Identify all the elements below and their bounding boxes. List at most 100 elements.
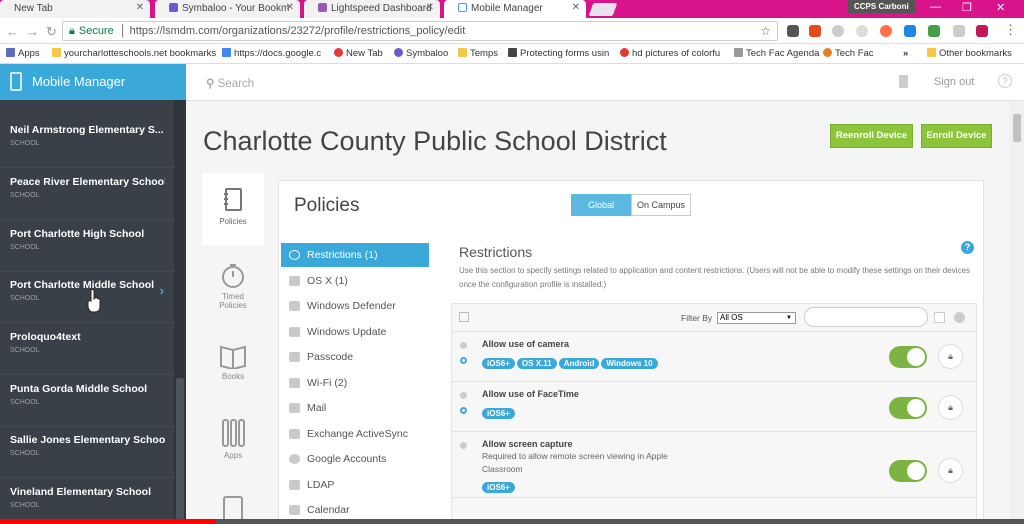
facetime-toggle[interactable] [889, 397, 927, 419]
extension-icon[interactable] [880, 25, 892, 37]
reload-icon[interactable]: ↻ [46, 24, 57, 40]
search-icon: ⚲ [206, 78, 215, 90]
nav-timed-policies[interactable]: Timed Policies [202, 263, 264, 323]
menu-item-passcode[interactable]: Passcode [281, 345, 429, 369]
bookmark-forms[interactable]: Protecting forms usin [508, 48, 609, 59]
sidebar-header[interactable]: Mobile Manager [0, 64, 186, 100]
hierarchy-icon[interactable] [459, 312, 469, 322]
tab-lightspeed[interactable]: Lightspeed Dashboard ✕ [304, 0, 440, 18]
onenote-icon[interactable] [976, 25, 988, 37]
scope-on-campus-button[interactable]: On Campus [631, 194, 691, 216]
sidebar-item-school[interactable]: Neil Armstrong Elementary S... SCHOOL [0, 116, 174, 168]
bookmark-agenda[interactable]: Tech Fac Agenda [734, 48, 819, 59]
bookmark-symbaloo[interactable]: Symbaloo [394, 48, 448, 59]
menu-item-exchange[interactable]: Exchange ActiveSync [281, 422, 429, 446]
help-icon[interactable]: ? [998, 74, 1012, 88]
extension-icon[interactable] [953, 25, 965, 37]
back-icon[interactable]: ← [6, 24, 19, 39]
clear-icon[interactable] [954, 312, 965, 323]
nav-policies[interactable]: Policies [202, 173, 264, 245]
sidebar-item-school[interactable]: Punta Gorda Middle School SCHOOL [0, 375, 174, 427]
search-input[interactable]: ⚲ Search [206, 76, 254, 90]
nav-books[interactable]: Books [202, 343, 264, 393]
os-badges: iOS6+ [482, 477, 517, 495]
extension-icon[interactable] [904, 25, 916, 37]
sidebar-item-school[interactable]: Vineland Elementary School SCHOOL [0, 478, 174, 524]
lock-icon[interactable]: 🔒︎ [938, 395, 963, 420]
sidebar-scrollbar[interactable] [174, 100, 186, 524]
help-icon[interactable]: ? [961, 241, 974, 254]
address-bar-row: ← → ↻ 🔒︎ Secure │ https://lsmdm.com/organi… [0, 18, 1024, 44]
maximize-icon[interactable]: ❐ [962, 1, 972, 14]
camera-toggle[interactable] [889, 346, 927, 368]
expand-icon[interactable] [934, 312, 945, 323]
new-tab-button[interactable] [588, 3, 618, 16]
sync-icon [289, 429, 300, 439]
bookmark-apps[interactable]: Apps [6, 48, 40, 59]
hand-cursor-icon [87, 289, 101, 313]
close-icon[interactable]: ✕ [136, 2, 144, 13]
scrollbar-thumb[interactable] [1013, 114, 1021, 142]
chevron-right-icon: › [159, 283, 164, 298]
enroll-device-button[interactable]: Enroll Device [921, 124, 992, 148]
scrollbar-thumb[interactable] [176, 378, 184, 524]
screen-capture-toggle[interactable] [889, 460, 927, 482]
page-title: Charlotte County Public School District [203, 126, 667, 156]
bookmark-overflow[interactable]: » [903, 48, 908, 59]
bookmark-docs[interactable]: https://docs.google.c [222, 48, 321, 59]
star-icon[interactable]: ☆ [760, 24, 771, 38]
menu-item-restrictions[interactable]: Restrictions (1) [281, 243, 429, 267]
lock-icon[interactable]: 🔒︎ [938, 458, 963, 483]
sidebar-item-school[interactable]: Peace River Elementary School SCHOOL [0, 168, 174, 220]
url-input[interactable]: 🔒︎ Secure │ https://lsmdm.com/organization… [62, 21, 778, 41]
scope-global-button[interactable]: Global [571, 194, 631, 216]
drive-icon[interactable] [928, 25, 940, 37]
menu-item-ldap[interactable]: LDAP [281, 473, 429, 497]
os-filter-select[interactable]: All OS ▼ [717, 312, 796, 324]
window-close-icon[interactable]: ✕ [996, 1, 1005, 14]
bookmark-tech-fac[interactable]: Tech Fac [823, 48, 874, 59]
bookmark-other[interactable]: Other bookmarks [927, 48, 1012, 59]
profile-badge[interactable]: CCPS Carboni [848, 0, 915, 13]
filter-search-input[interactable] [804, 307, 928, 327]
tab-label: New Tab [14, 3, 53, 14]
restriction-row-screen-capture: Allow screen capture Required to allow r… [452, 432, 976, 498]
menu-item-osx[interactable]: OS X (1) [281, 269, 429, 293]
tab-mobile-manager[interactable]: Mobile Manager ✕ [444, 0, 586, 18]
menu-item-mail[interactable]: Mail [281, 396, 429, 420]
page-scrollbar[interactable] [1010, 101, 1024, 524]
extension-icon[interactable] [787, 25, 799, 37]
os-badge: iOS6+ [482, 358, 515, 369]
sidebar-item-school[interactable]: Sallie Jones Elementary School SCHOOL [0, 426, 174, 478]
menu-item-wifi[interactable]: Wi-Fi (2) [281, 371, 429, 395]
bookmark-new-tab[interactable]: New Tab [334, 48, 383, 59]
menu-item-windows-update[interactable]: Windows Update [281, 320, 429, 344]
menu-item-google-accounts[interactable]: Google Accounts [281, 447, 429, 471]
video-progress-bar[interactable] [0, 519, 1024, 524]
lock-icon[interactable]: 🔒︎ [938, 344, 963, 369]
office-icon[interactable] [809, 25, 821, 37]
sidebar-item-school[interactable]: Port Charlotte High School SCHOOL [0, 220, 174, 272]
minimize-icon[interactable]: — [930, 1, 941, 13]
bookmark-pictures[interactable]: hd pictures of colorfu [620, 48, 720, 59]
extension-icon[interactable] [832, 25, 844, 37]
forward-icon[interactable]: → [26, 24, 39, 39]
bookmark-temps[interactable]: Temps [458, 48, 498, 59]
bookmark-folder[interactable]: yourcharlotteschools.net bookmarks [52, 48, 216, 59]
lock-icon: 🔒︎ [69, 25, 75, 37]
close-icon[interactable]: ✕ [572, 2, 580, 13]
sidebar-item-school[interactable]: Proloquo4text SCHOOL [0, 323, 174, 375]
menu-item-windows-defender[interactable]: Windows Defender [281, 294, 429, 318]
reenroll-device-button[interactable]: Reenroll Device [830, 124, 913, 148]
close-icon[interactable]: ✕ [286, 2, 294, 13]
extension-icon[interactable] [856, 25, 868, 37]
bookmark-icon[interactable] [899, 75, 908, 88]
sign-out-link[interactable]: Sign out [934, 76, 974, 88]
lightspeed-icon [318, 3, 327, 12]
close-icon[interactable]: ✕ [426, 2, 434, 13]
nav-apps[interactable]: Apps [202, 417, 264, 467]
restrictions-table: Filter By All OS ▼ Allow use of camera iO… [451, 303, 977, 524]
menu-icon[interactable]: ⋮ [1004, 22, 1017, 38]
tab-symbaloo[interactable]: Symbaloo - Your Bookm ✕ [155, 0, 300, 18]
tab-new-tab[interactable]: New Tab ✕ [0, 0, 150, 18]
